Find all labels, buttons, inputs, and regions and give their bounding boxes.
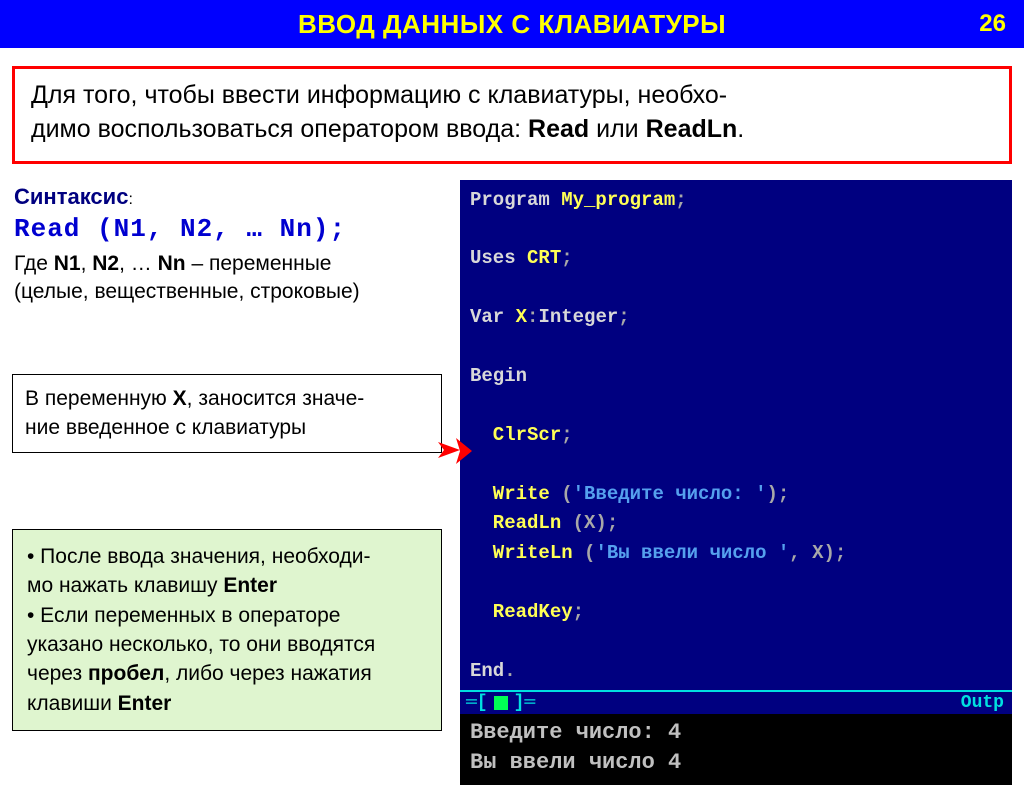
- intro-text-line2a: димо воспользоваться оператором ввода:: [31, 115, 528, 143]
- page-number: 26: [979, 10, 1006, 38]
- content-row: Синтаксис: Read (N1, N2, … Nn); Где N1, …: [0, 180, 1024, 785]
- run-indicator-icon: [494, 696, 508, 710]
- intro-text-line1: Для того, чтобы ввести информацию с клав…: [31, 81, 727, 109]
- pascal-code-panel: Program My_program; Uses CRT; Var X:Inte…: [460, 180, 1012, 690]
- right-column: Program My_program; Uses CRT; Var X:Inte…: [460, 180, 1012, 785]
- syntax-code: Read (N1, N2, … Nn);: [14, 214, 440, 244]
- output-statusbar: ═[ ]═ Outp: [460, 690, 1012, 714]
- output-label: Outp: [961, 693, 1004, 713]
- intro-readln-bold: ReadLn: [646, 115, 738, 143]
- left-column: Синтаксис: Read (N1, N2, … Nn); Где N1, …: [12, 180, 442, 785]
- arrow-icon: [438, 438, 472, 464]
- console-output: Введите число: 4 Вы ввели число 4: [460, 714, 1012, 785]
- syntax-block: Синтаксис: Read (N1, N2, … Nn); Где N1, …: [12, 180, 442, 315]
- syntax-desc: Где N1, N2, … Nn – переменные (целые, ве…: [14, 250, 440, 307]
- note-box: В переменную X, заносится значе- ние вве…: [12, 374, 442, 453]
- slide-title: ВВОД ДАННЫХ С КЛАВИАТУРЫ: [298, 9, 726, 40]
- syntax-colon: :: [128, 191, 132, 208]
- intro-box: Для того, чтобы ввести информацию с клав…: [12, 66, 1012, 164]
- intro-or: или: [589, 115, 645, 143]
- tips-box: • После ввода значения, необходи- мо наж…: [12, 529, 442, 731]
- slide-header: ВВОД ДАННЫХ С КЛАВИАТУРЫ 26: [0, 0, 1024, 48]
- syntax-label: Синтаксис: [14, 184, 128, 209]
- intro-period: .: [737, 115, 744, 143]
- intro-read-bold: Read: [528, 115, 589, 143]
